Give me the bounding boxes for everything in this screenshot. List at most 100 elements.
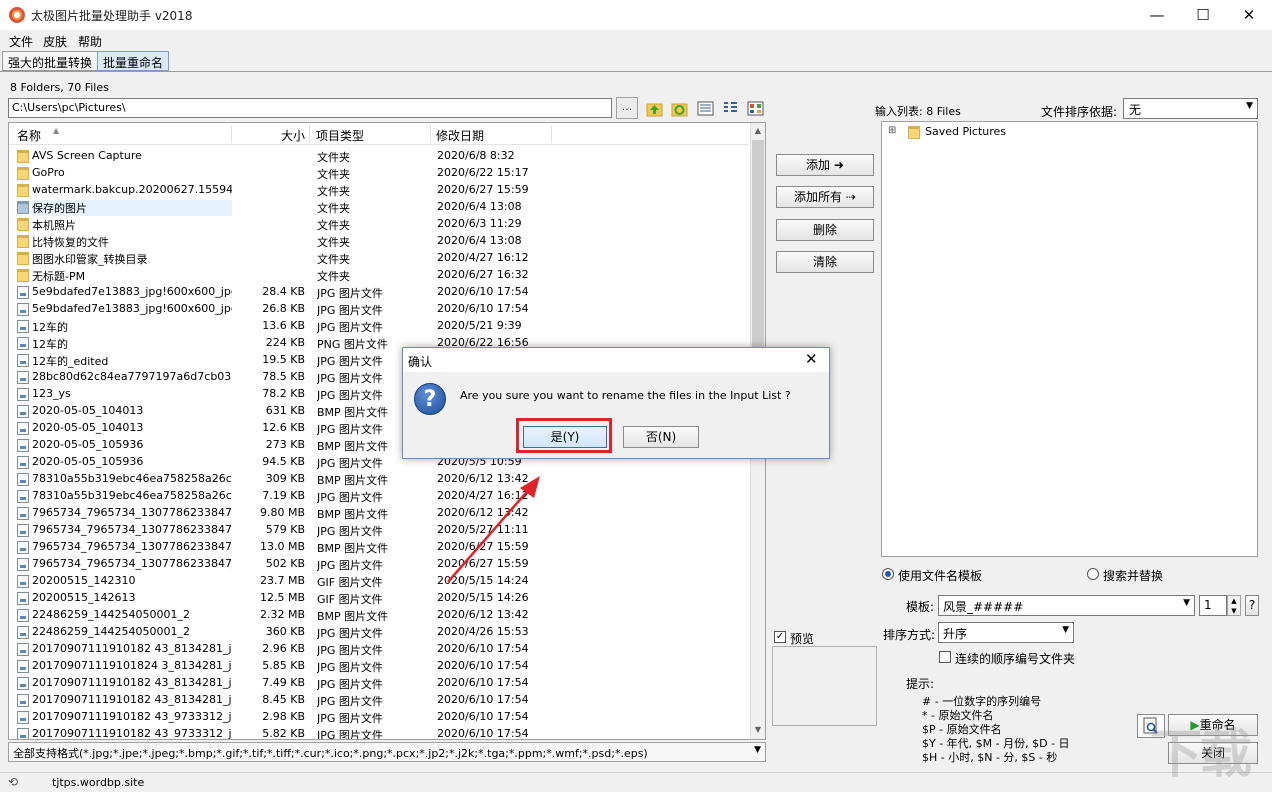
continuous-numbering-label[interactable]: 连续的顺序编号文件夹 [955, 650, 1075, 667]
list-view-icon[interactable] [697, 100, 714, 117]
table-row[interactable]: 5e9bdafed7e13883_jpg!600x600_jpg_4 26.8 K… [9, 301, 749, 318]
table-row[interactable]: 20200515_142613 12.5 MB GIF 图片文件 2020/5/15 … [9, 590, 749, 607]
preview-label[interactable]: 预览 [790, 630, 814, 647]
table-row[interactable]: 保存的图片 文件夹 2020/6/4 13:08 [9, 199, 749, 216]
table-row[interactable]: watermark.bakcup.20200627.155943 文件夹 2020/… [9, 182, 749, 199]
table-row[interactable]: 201709071119101824 3_8134281_jpg_2 5.85 K… [9, 658, 749, 675]
app-logo-icon [9, 7, 25, 23]
preview-checkbox[interactable]: ✓ [774, 631, 786, 643]
up-folder-icon[interactable] [646, 100, 663, 117]
tree-expand-icon[interactable]: ⊞ [888, 125, 896, 136]
tree-item-saved-pictures[interactable]: Saved Pictures [925, 125, 1006, 138]
row-size: 273 KB [265, 438, 305, 451]
table-row[interactable]: 比特恢复的文件 文件夹 2020/6/4 13:08 [9, 233, 749, 250]
path-input[interactable]: C:\Users\pc\Pictures\ [8, 98, 612, 118]
template-value: 风景_##### [943, 600, 1024, 614]
row-name: 保存的图片 [32, 200, 232, 216]
row-date: 2020/5/21 9:39 [437, 319, 522, 332]
table-row[interactable]: 78310a55b319ebc46ea758258a26cff... 309 KB… [9, 471, 749, 488]
table-row[interactable]: 78310a55b319ebc46ea758258a26cff... 7.19 K… [9, 488, 749, 505]
start-number-spinner[interactable]: ▲ ▼ [1227, 595, 1241, 616]
refresh-folder-icon[interactable] [671, 100, 688, 117]
table-row[interactable]: 20200515_142310 23.7 MB GIF 图片文件 2020/5/15 … [9, 573, 749, 590]
replace-mode-radio[interactable] [1087, 568, 1099, 580]
chevron-down-icon: ▼ [754, 745, 761, 755]
table-row[interactable]: 12车的 13.6 KB JPG 图片文件 2020/5/21 9:39 [9, 318, 749, 335]
detail-view-icon[interactable] [722, 100, 739, 117]
row-size: 631 KB [265, 404, 305, 417]
image-file-icon [17, 507, 29, 520]
row-date: 2020/5/15 14:26 [437, 591, 529, 604]
table-row[interactable]: 20170907111910182 43_9733312_jpg_2 5.82 K… [9, 726, 749, 739]
col-size[interactable]: 大小 [281, 127, 305, 144]
input-list-label: 输入列表: 8 Files [875, 105, 961, 118]
clear-button[interactable]: 清除 [776, 251, 874, 273]
replace-mode-label[interactable]: 搜索并替换 [1103, 567, 1163, 584]
col-type[interactable]: 项目类型 [316, 127, 364, 144]
table-row[interactable]: 无标题-PM 文件夹 2020/6/27 16:32 [9, 267, 749, 284]
image-file-icon [17, 626, 29, 639]
image-file-icon [17, 320, 29, 333]
close-window-button[interactable]: ✕ [1226, 0, 1272, 30]
table-row[interactable]: 图图水印管家_转换目录 文件夹 2020/4/27 16:12 [9, 250, 749, 267]
thumbnail-view-icon[interactable] [747, 100, 764, 117]
col-name[interactable]: 名称 [17, 127, 41, 144]
row-name: 2020-05-05_105936 [32, 438, 144, 451]
folder-icon [17, 184, 29, 197]
input-list[interactable]: ⊞ Saved Pictures [881, 121, 1258, 557]
table-row[interactable]: 5e9bdafed7e13883_jpg!600x600_jpg_3 28.4 K… [9, 284, 749, 301]
menu-skin[interactable]: 皮肤 [43, 33, 67, 50]
row-type: JPG 图片文件 [317, 525, 383, 538]
tab-batch-convert[interactable]: 强大的批量转换 [2, 51, 99, 71]
col-date[interactable]: 修改日期 [436, 127, 484, 144]
row-type: BMP 图片文件 [317, 508, 389, 521]
continuous-numbering-checkbox[interactable] [939, 651, 951, 663]
row-date: 2020/6/27 15:59 [437, 183, 529, 196]
table-row[interactable]: 本机照片 文件夹 2020/6/3 11:29 [9, 216, 749, 233]
table-row[interactable]: 7965734_7965734_1307786233847_... 13.0 MB… [9, 539, 749, 556]
row-name: 20170907111910182 43_8134281_jpg_4 [32, 693, 232, 706]
template-mode-radio[interactable] [882, 568, 894, 580]
row-type: JPG 图片文件 [317, 678, 383, 691]
table-row[interactable]: GoPro 文件夹 2020/6/22 15:17 [9, 165, 749, 182]
table-row[interactable]: 20170907111910182 43_8134281_jpg_1 2.96 K… [9, 641, 749, 658]
table-row[interactable]: 20170907111910182 43_9733312_jpg_1 2.98 K… [9, 709, 749, 726]
delete-button[interactable]: 删除 [776, 219, 874, 241]
add-button[interactable]: 添加 ➜ [776, 154, 874, 176]
row-name: 201709071119101824 3_8134281_jpg_2 [32, 659, 232, 672]
add-all-button[interactable]: 添加所有 ⇢ [776, 186, 874, 208]
scroll-up-icon[interactable]: ▲ [753, 126, 763, 135]
annotation-arrow-icon [447, 476, 540, 583]
table-row[interactable]: 7965734_7965734_1307786233847 579 KB JPG 图… [9, 522, 749, 539]
table-row[interactable]: 7965734_7965734_1307786233847_... 502 KB J… [9, 556, 749, 573]
tab-batch-rename[interactable]: 批量重命名 [97, 51, 170, 71]
dialog-no-button[interactable]: 否(N) [623, 426, 699, 448]
minimize-button[interactable]: — [1134, 0, 1180, 30]
template-mode-label[interactable]: 使用文件名模板 [898, 567, 982, 584]
order-select[interactable]: 升序 ▼ [938, 622, 1074, 643]
sort-by-select[interactable]: 无 ▼ [1123, 98, 1258, 119]
row-name: 2020-05-05_105936 [32, 455, 144, 468]
table-row[interactable]: 22486259_144254050001_2 2.32 MB BMP 图片文件 20… [9, 607, 749, 624]
dialog-close-icon[interactable]: ✕ [805, 350, 818, 368]
folder-icon [17, 201, 29, 214]
format-filter-select[interactable]: 全部支持格式(*.jpg;*.jpe;*.jpeg;*.bmp;*.gif;*.… [8, 742, 766, 762]
menu-help[interactable]: 帮助 [78, 33, 102, 50]
menu-file[interactable]: 文件 [9, 33, 33, 50]
row-size: 502 KB [265, 557, 305, 570]
maximize-button[interactable]: ☐ [1180, 0, 1226, 30]
start-number-input[interactable]: 1 [1199, 595, 1227, 616]
table-row[interactable]: 22486259_144254050001_2 360 KB JPG 图片文件 202… [9, 624, 749, 641]
table-row[interactable]: 20170907111910182 43_8134281_jpg_3 7.49 K… [9, 675, 749, 692]
table-row[interactable]: AVS Screen Capture 文件夹 2020/6/8 8:32 [9, 148, 749, 165]
table-row[interactable]: 20170907111910182 43_8134281_jpg_4 8.45 K… [9, 692, 749, 709]
row-date: 2020/4/27 16:12 [437, 251, 529, 264]
image-file-icon [17, 728, 29, 739]
template-combo[interactable]: 风景_##### ▼ [938, 595, 1195, 616]
browse-button[interactable]: ... [616, 97, 638, 119]
table-row[interactable]: 7965734_7965734_1307786233847 9.80 MB BMP … [9, 505, 749, 522]
folder-icon [17, 218, 29, 231]
row-size: 2.32 MB [259, 608, 305, 621]
scroll-down-icon[interactable]: ▼ [753, 725, 763, 734]
template-help-button[interactable]: ? [1245, 595, 1259, 616]
